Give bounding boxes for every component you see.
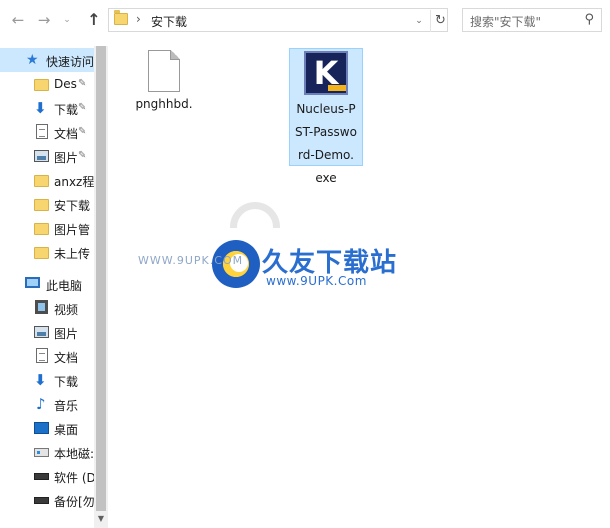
drive-icon [34, 473, 49, 480]
sidebar-item-anxz[interactable]: anxz程 [0, 168, 94, 192]
sidebar-item-label: 此电脑 [46, 279, 83, 293]
site-watermark: WWW.9UPK.COM 久友下载站 www.9UPK.Com [138, 202, 460, 296]
sidebar-item-label: anxz程 [54, 175, 94, 189]
forward-arrow-icon[interactable]: → [34, 9, 54, 31]
app-icon-stripe [328, 85, 346, 91]
picture-icon [34, 326, 49, 338]
file-item-pnghhbd[interactable]: pnghhbd. [126, 50, 202, 113]
folder-icon [114, 10, 128, 25]
sidebar-item-not-uploaded[interactable]: 未上传 [0, 240, 94, 264]
navigation-scrollbar[interactable]: ▼ [94, 46, 108, 528]
up-arrow-icon[interactable]: ↑ [84, 9, 104, 31]
sidebar-item-label: Des [54, 77, 77, 91]
watermark-arc-shape [230, 202, 280, 228]
sidebar-item-label: 图片 [54, 327, 79, 341]
kernel-app-icon: K [304, 51, 348, 95]
sidebar-item-label: 下载 [54, 103, 79, 117]
sidebar-item-videos[interactable]: 视频 [0, 296, 94, 320]
file-name-line: Nucleus-P [296, 102, 356, 116]
document-icon [36, 124, 48, 139]
file-name-line: rd-Demo. [298, 148, 354, 162]
sidebar-item-label: 快速访问 [46, 55, 94, 69]
folder-icon [34, 79, 49, 91]
refresh-icon[interactable]: ↻ [430, 10, 450, 32]
sidebar-item-label: 图片 [54, 151, 79, 165]
sidebar-item-pictures-pinned[interactable]: 图片 ✎ [0, 144, 94, 168]
sidebar-item-picture-manager[interactable]: 图片管 [0, 216, 94, 240]
sidebar-item-des[interactable]: Des ✎ [0, 72, 94, 96]
blank-file-icon [148, 50, 180, 92]
address-dropdown-chevron-icon[interactable]: ⌄ [412, 10, 426, 32]
address-toolbar: ← → ⌄ ↑ › 安下载 ⌄ ↻ 搜索"安下载" ⚲ [0, 0, 610, 40]
address-bar[interactable]: › 安下载 [108, 8, 448, 32]
scrollbar-thumb[interactable] [96, 46, 106, 511]
music-icon: ♪ [36, 395, 46, 413]
file-item-nucleus-pst-password-demo[interactable]: K Nucleus-P ST-Passwo rd-Demo. exe [289, 48, 363, 185]
document-icon [36, 348, 48, 363]
sidebar-item-downloads[interactable]: ⬇ 下载 [0, 368, 94, 392]
sidebar-item-music[interactable]: ♪ 音乐 [0, 392, 94, 416]
folder-icon [34, 247, 49, 259]
sidebar-item-label: 图片管 [54, 223, 91, 237]
sidebar-item-label: 文档 [54, 351, 79, 365]
sidebar-item-label: 备份[勿 [54, 495, 94, 509]
back-arrow-icon[interactable]: ← [8, 9, 28, 31]
sidebar-item-label: 未上传 [54, 247, 91, 261]
recent-locations-chevron-icon[interactable]: ⌄ [60, 9, 74, 31]
pin-icon: ✎ [78, 150, 87, 161]
sidebar-item-software-d[interactable]: 软件 (D [0, 464, 94, 488]
sidebar-item-pictures[interactable]: 图片 [0, 320, 94, 344]
picture-icon [34, 150, 49, 162]
sidebar-item-label: 软件 (D [54, 471, 94, 485]
computer-icon [25, 277, 40, 288]
breadcrumb-current-folder[interactable]: 安下载 [151, 13, 187, 30]
search-icon[interactable]: ⚲ [584, 12, 594, 27]
breadcrumb-separator-icon[interactable]: › [136, 12, 141, 26]
sidebar-item-documents-pinned[interactable]: 文档 ✎ [0, 120, 94, 144]
sidebar-item-label: 文档 [54, 127, 79, 141]
search-placeholder[interactable]: 搜索"安下载" [470, 13, 541, 30]
sidebar-item-desktop[interactable]: 桌面 [0, 416, 94, 440]
sidebar-item-documents[interactable]: 文档 [0, 344, 94, 368]
video-icon [35, 300, 48, 314]
drive-icon [34, 497, 49, 504]
download-icon: ⬇ [34, 371, 47, 389]
folder-icon [34, 199, 49, 211]
file-name-line: ST-Passwo [295, 125, 357, 139]
sidebar-item-label: 安下载 [54, 199, 91, 213]
folder-icon [34, 175, 49, 187]
sidebar-item-label: 视频 [54, 303, 79, 317]
sidebar-item-local-disk[interactable]: 本地磁: [0, 440, 94, 464]
download-icon: ⬇ [34, 99, 47, 117]
folder-icon [34, 223, 49, 235]
star-icon: ★ [26, 52, 39, 68]
search-box[interactable]: 搜索"安下载" ⚲ [462, 8, 602, 32]
sidebar-item-backup[interactable]: 备份[勿 [0, 488, 94, 512]
sidebar-item-downloads-pinned[interactable]: ⬇ 下载 ✎ [0, 96, 94, 120]
sidebar-item-quick-access[interactable]: ★ 快速访问 [0, 48, 94, 72]
sidebar-item-label: 下载 [54, 375, 79, 389]
pin-icon: ✎ [78, 102, 87, 113]
desktop-icon [34, 422, 49, 434]
pin-icon: ✎ [78, 78, 87, 89]
scroll-down-arrow-icon[interactable]: ▼ [94, 512, 108, 526]
sidebar-item-label: 音乐 [54, 399, 79, 413]
file-name-line: exe [315, 171, 337, 185]
file-name: pnghhbd. [135, 97, 193, 111]
sidebar-item-this-pc[interactable]: 此电脑 [0, 272, 94, 296]
sidebar-item-label: 桌面 [54, 423, 79, 437]
watermark-left-url: WWW.9UPK.COM [138, 254, 244, 267]
pin-icon: ✎ [78, 126, 87, 137]
watermark-url: www.9UPK.Com [266, 274, 367, 288]
sidebar-item-anxiazai[interactable]: 安下载 [0, 192, 94, 216]
sidebar-item-label: 本地磁: [54, 447, 94, 461]
drive-icon [34, 448, 49, 457]
navigation-pane: ★ 快速访问 Des ✎ ⬇ 下载 ✎ 文档 ✎ 图片 ✎ anxz程 安下载 … [0, 46, 94, 528]
